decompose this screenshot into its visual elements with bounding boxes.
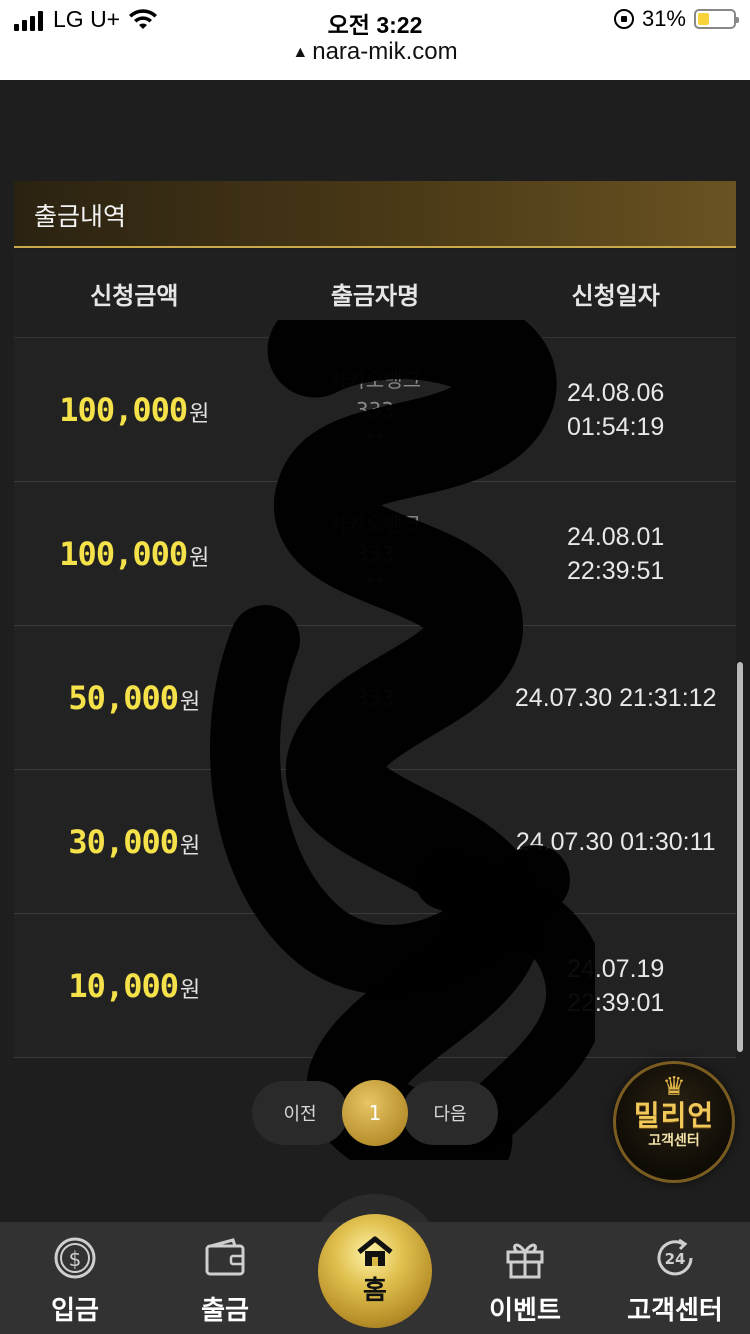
currency-unit: 원 [189, 401, 210, 427]
account-partial: 333 [355, 541, 395, 566]
time-line: 22:39:01 [567, 988, 665, 1017]
date-cell: 24.08.01 22:39:51 [495, 520, 736, 588]
amount-value: 100,000 [59, 534, 188, 573]
amount-value: 50,000 [68, 678, 179, 717]
status-bar: LG U+ 오전 3:22 31% ▲ nara-mik.com [0, 0, 750, 80]
cs-brand-label: 밀리언 [633, 1099, 715, 1132]
page-content: 출금내역 신청금액 출금자명 신청일자 100,000원 카카오뱅크 333 ** … [0, 80, 750, 1334]
battery-percent: 31% [641, 6, 686, 31]
orientation-lock-icon [613, 9, 634, 29]
date-cell: 24.07.30 21:31:12 [495, 681, 736, 715]
nav-support[interactable]: 24 고객센터 [600, 1222, 750, 1334]
nav-deposit-label: 입금 [51, 1296, 99, 1326]
amount-value: 10,000 [68, 966, 179, 1005]
wallet-icon [150, 1236, 300, 1280]
header-name: 출금자명 [330, 282, 420, 310]
table-row: 10,000원 24.07.19 22:39:01 [14, 914, 736, 1058]
name-cell: 카카오뱅크 333 ** [255, 509, 496, 599]
date-line: 24.08.06 [567, 378, 665, 407]
date-cell: 24.08.06 01:54:19 [495, 376, 736, 444]
holder-masked: ** [365, 571, 385, 596]
date-line: 24.07.30 21:31:12 [514, 683, 717, 712]
home-label: 홈 [363, 1275, 387, 1306]
account-partial: 333 [355, 685, 395, 710]
table-header: 신청금액 출금자명 신청일자 [14, 250, 736, 338]
header-amount: 신청금액 [90, 282, 179, 310]
account-partial: 333 [355, 397, 395, 422]
warning-icon: ▲ [292, 44, 309, 61]
url-bar[interactable]: ▲ nara-mik.com [0, 38, 750, 66]
panel-header: 출금내역 [14, 181, 736, 248]
header-date: 신청일자 [571, 282, 660, 310]
prev-page-button[interactable]: 이전 [252, 1081, 348, 1145]
cs-sub-label: 고객센터 [648, 1133, 700, 1149]
amount-cell: 100,000원 [14, 535, 255, 573]
nav-deposit[interactable]: $ 입금 [0, 1222, 150, 1334]
date-line: 24.08.01 [567, 522, 665, 551]
scrollbar[interactable] [737, 662, 743, 1052]
amount-cell: 30,000원 [14, 823, 255, 861]
table-row: 100,000원 카카오뱅크 333 ** 24.08.06 01:54:19 [14, 338, 736, 482]
table-row: 100,000원 카카오뱅크 333 ** 24.08.01 22:39:51 [14, 482, 736, 626]
currency-unit: 원 [180, 689, 201, 715]
status-right: 31% [613, 6, 739, 32]
24h-support-icon: 24 [600, 1236, 750, 1280]
holder-masked: ** [365, 427, 385, 452]
date-line: 24.07.19 [567, 954, 665, 983]
page-title: 출금내역 [34, 202, 127, 231]
svg-text:$: $ [69, 1247, 82, 1271]
date-cell: 24.07.19 22:39:01 [495, 952, 736, 1020]
customer-center-badge[interactable]: ♛ 밀리언 고객센터 [613, 1061, 735, 1183]
amount-cell: 10,000원 [14, 967, 255, 1005]
nav-event-label: 이벤트 [489, 1296, 561, 1326]
withdrawal-table: 신청금액 출금자명 신청일자 100,000원 카카오뱅크 333 ** 24.08… [14, 250, 736, 1058]
bank-name: 카카오뱅크 [329, 511, 421, 536]
amount-value: 30,000 [68, 822, 179, 861]
table-row: 30,000원 24.07.30 01:30:11 [14, 770, 736, 914]
amount-cell: 100,000원 [14, 391, 255, 429]
name-cell: 카카오뱅크 333 ** [255, 365, 496, 455]
amount-cell: 50,000원 [14, 679, 255, 717]
home-icon [357, 1236, 393, 1266]
bank-name: 카카오뱅크 [329, 367, 421, 392]
crown-icon: ♛ [662, 1072, 686, 1102]
battery-icon [694, 9, 739, 29]
date-line: 24.07.30 01:30:11 [515, 827, 716, 856]
table-row: 50,000원 333 24.07.30 21:31:12 [14, 626, 736, 770]
currency-unit: 원 [189, 545, 210, 571]
home-button[interactable]: 홈 [318, 1214, 432, 1328]
support-icon-text: 24 [665, 1250, 686, 1268]
date-cell: 24.07.30 01:30:11 [495, 825, 736, 859]
pagination: 이전 1 다음 [244, 1080, 506, 1146]
nav-withdraw-label: 출금 [201, 1296, 249, 1326]
currency-unit: 원 [180, 833, 201, 859]
nav-withdraw[interactable]: 출금 [150, 1222, 300, 1334]
next-page-button[interactable]: 다음 [402, 1081, 498, 1145]
currency-unit: 원 [180, 977, 201, 1003]
nav-event[interactable]: 이벤트 [450, 1222, 600, 1334]
nav-support-label: 고객센터 [627, 1296, 723, 1326]
gift-icon [450, 1236, 600, 1280]
amount-value: 100,000 [59, 390, 188, 429]
name-cell: 333 [255, 683, 496, 713]
current-page-button[interactable]: 1 [342, 1080, 408, 1146]
time-line: 22:39:51 [567, 556, 665, 585]
time-line: 01:54:19 [567, 412, 665, 441]
url-text: nara-mik.com [312, 38, 458, 65]
dollar-coin-icon: $ [0, 1236, 150, 1280]
